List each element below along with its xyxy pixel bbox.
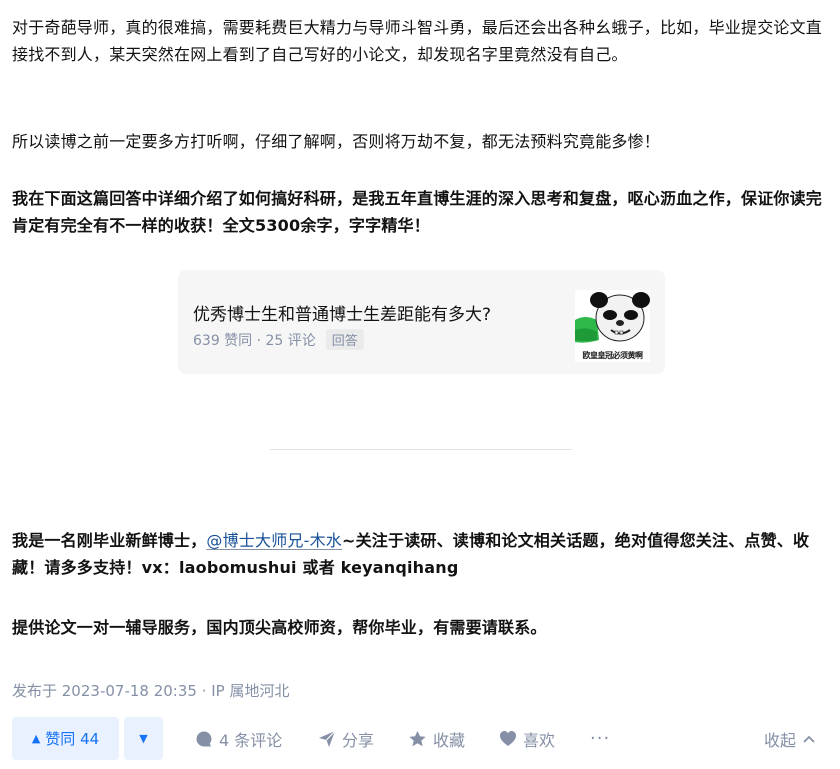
collapse-label: 收起 xyxy=(764,730,797,750)
favorite-button[interactable]: 收藏 xyxy=(408,717,465,760)
answer-paragraph-3: 我在下面这篇回答中详细介绍了如何搞好科研，是我五年直博生涯的深入思考和复盘，呕心… xyxy=(12,189,823,235)
answer-paragraph-2: 所以读博之前一定要多方打听啊，仔细了解啊，否则将万劫不复，都无法预料究竟能多惨！ xyxy=(12,132,661,151)
heart-icon xyxy=(500,731,516,746)
triangle-up-icon: ▲ xyxy=(31,732,41,745)
vote-down-button[interactable]: ▼ xyxy=(124,717,163,760)
linked-answer-title[interactable]: 优秀博士生和普通博士生差距能有多大? xyxy=(193,300,491,325)
more-label: ··· xyxy=(590,728,611,749)
vote-up-button[interactable]: ▲ 赞同 44 xyxy=(12,717,119,760)
share-label: 分享 xyxy=(342,730,375,750)
linked-answer-tag: 回答 xyxy=(325,329,364,350)
triangle-down-icon: ▼ xyxy=(139,732,148,745)
action-bar: ▲ 赞同 44 ▼ 4 条评论 分享 收藏 喜欢 ··· 收起 xyxy=(12,717,828,761)
author-intro-text: 我是一名刚毕业新鲜博士， xyxy=(12,531,207,550)
collapse-button[interactable]: 收起 xyxy=(764,717,816,760)
answer-paragraph-1: 对于奇葩导师，真的很难搞，需要耗费巨大精力与导师斗智斗勇，最后还会出各种幺蛾子，… xyxy=(12,18,823,64)
author-mention-link[interactable]: @博士大师兄-木水 xyxy=(206,531,342,550)
paper-plane-icon xyxy=(319,730,336,747)
like-label: 喜欢 xyxy=(523,730,556,750)
like-button[interactable]: 喜欢 xyxy=(499,717,555,760)
favorite-label: 收藏 xyxy=(433,730,466,750)
linked-answer-meta: 639 赞同 · 25 评论 回答 xyxy=(193,329,364,350)
linked-answer-stats: 639 赞同 · 25 评论 xyxy=(193,332,316,349)
comment-label: 4 条评论 xyxy=(219,730,283,750)
service-paragraph: 提供论文一对一辅导服务，国内顶尖高校师资，帮你毕业，有需要请联系。 xyxy=(12,618,547,637)
more-options-button[interactable]: ··· xyxy=(590,717,610,760)
comment-button[interactable]: 4 条评论 xyxy=(195,717,282,760)
comment-icon xyxy=(196,731,212,746)
vote-up-label: 赞同 44 xyxy=(45,730,100,748)
author-intro-paragraph: 我是一名刚毕业新鲜博士，@博士大师兄-木水~关注于读研、读博和论文相关话题，绝对… xyxy=(12,527,832,581)
publish-info: 发布于 2023-07-18 20:35 · IP 属地河北 xyxy=(12,682,290,700)
section-divider xyxy=(270,449,572,450)
meme-caption: 欧皇皇冠必须黄啊 xyxy=(582,351,644,360)
panda-meme-icon: 欧皇皇冠必须黄啊 xyxy=(575,290,650,362)
share-button[interactable]: 分享 xyxy=(318,717,374,760)
chevron-up-icon xyxy=(803,735,815,743)
star-icon xyxy=(409,730,426,746)
linked-answer-card[interactable]: 优秀博士生和普通博士生差距能有多大? 639 赞同 · 25 评论 回答 欧皇皇… xyxy=(178,270,665,374)
